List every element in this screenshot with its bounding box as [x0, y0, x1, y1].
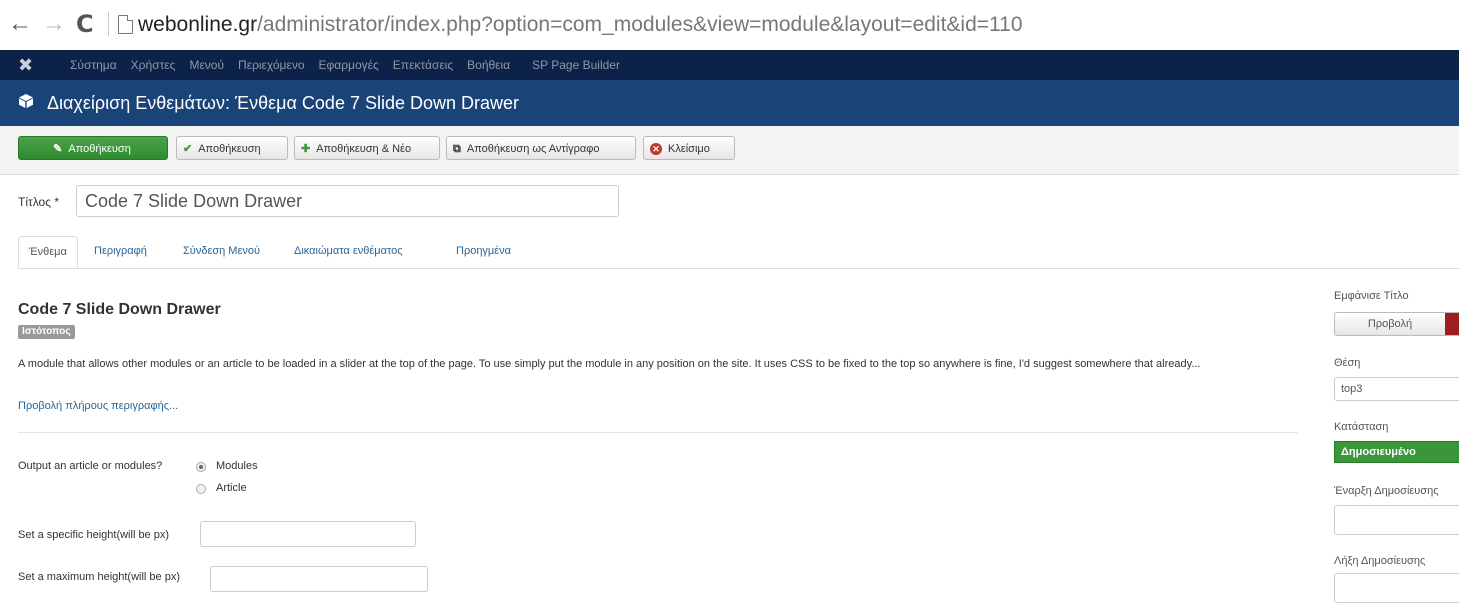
page-title: Διαχείριση Ενθεμάτων: Ένθεμα Code 7 Slid… [47, 93, 520, 113]
browser-address-bar: ← → C webonline.gr/administrator/index.p… [0, 0, 1459, 50]
menu-item-content[interactable]: Περιεχόμενο [231, 50, 311, 80]
separator [108, 12, 109, 36]
url-field[interactable]: webonline.gr/administrator/index.php?opt… [138, 12, 1023, 38]
menu-item-sp-page-builder[interactable]: SP Page Builder [525, 50, 627, 80]
publish-up-label: Έναρξη Δημοσίευσης [1334, 485, 1439, 497]
menu-item-extensions[interactable]: Επεκτάσεις [386, 50, 460, 80]
save-new-label: Αποθήκευση & Νέο [316, 143, 412, 155]
title-label: Τίτλος * [18, 195, 60, 209]
check-icon: ✔ [183, 143, 193, 155]
save-button[interactable]: ✎ Αποθήκευση [18, 136, 168, 160]
max-height-input[interactable] [210, 566, 428, 592]
tab-menu-assignment[interactable]: Σύνδεση Μενού [173, 236, 270, 268]
forward-arrow-icon[interactable]: → [42, 10, 66, 38]
save-copy-label: Αποθήκευση ως Αντίγραφο [466, 143, 600, 155]
menu-item-components[interactable]: Εφαρμογές [312, 50, 386, 80]
reload-icon[interactable]: C [76, 10, 94, 38]
apply-label: Αποθήκευση [198, 143, 261, 155]
height-input[interactable] [200, 521, 416, 547]
max-height-label: Set a maximum height(will be px) [18, 571, 181, 583]
tab-description[interactable]: Περιγραφή [84, 236, 157, 268]
page-header: Διαχείριση Ενθεμάτων: Ένθεμα Code 7 Slid… [0, 80, 1459, 126]
show-title-label: Εμφάνισε Τίτλο [1334, 290, 1409, 302]
toolbar: ✎ Αποθήκευση ✔ Αποθήκευση ✚ Αποθήκευση & Νέ… [0, 126, 1459, 175]
joomla-logo-icon[interactable]: ✖ [18, 55, 33, 75]
status-label: Κατάσταση [1334, 421, 1389, 433]
show-title-value: Προβολή [1367, 318, 1413, 330]
menu-item-system[interactable]: Σύστημα [63, 50, 124, 80]
edit-icon: ✎ [53, 143, 63, 155]
menu-item-help[interactable]: Βοήθεια [460, 50, 517, 80]
hide-title-option[interactable] [1445, 313, 1459, 335]
cube-icon [19, 94, 33, 108]
menu-items: Σύστημα Χρήστες Μενού Περιεχόμενο Εφαρμο… [63, 50, 627, 80]
status-select[interactable]: Δημοσιευμένο [1334, 441, 1459, 463]
radio-article-label: Article [216, 482, 247, 494]
apply-button[interactable]: ✔ Αποθήκευση [176, 136, 288, 160]
back-arrow-icon[interactable]: ← [8, 10, 32, 38]
menu-item-menus[interactable]: Μενού [182, 50, 231, 80]
tab-permissions[interactable]: Δικαιώματα ενθέματος [284, 236, 413, 268]
radio-modules-label: Modules [216, 460, 258, 472]
radio-modules[interactable] [196, 462, 206, 472]
copy-icon: ⧉ [453, 143, 461, 155]
url-path: /administrator/index.php?option=com_modu… [257, 13, 1023, 36]
publish-up-input[interactable] [1334, 505, 1459, 535]
output-label: Output an article or modules? [18, 460, 163, 472]
height-label: Set a specific height(will be px) [18, 529, 170, 541]
close-button[interactable]: ✕ Κλείσιμο [643, 136, 735, 160]
module-name: Code 7 Slide Down Drawer [18, 301, 221, 318]
tab-bar: Ένθεμα Περιγραφή Σύνδεση Μενού Δικαιώματ… [18, 236, 1459, 269]
show-title-toggle[interactable]: Προβολή [1334, 312, 1459, 336]
site-badge: Ιστότοπος [18, 325, 75, 339]
plus-icon: ✚ [301, 143, 311, 155]
position-label: Θέση [1334, 357, 1361, 369]
title-input[interactable]: Code 7 Slide Down Drawer [76, 185, 619, 217]
admin-top-menu: ✖ Σύστημα Χρήστες Μενού Περιεχόμενο Εφαρ… [0, 50, 1459, 80]
menu-item-users[interactable]: Χρήστες [124, 50, 183, 80]
divider [18, 432, 1298, 433]
cancel-icon: ✕ [650, 143, 662, 155]
module-description: A module that allows other modules or an… [18, 358, 1201, 370]
url-host: webonline.gr [138, 13, 258, 36]
full-description-link[interactable]: Προβολή πλήρους περιγραφής... [18, 400, 178, 412]
position-select[interactable]: top3 [1334, 377, 1459, 401]
tab-module[interactable]: Ένθεμα [18, 236, 78, 268]
save-label: Αποθήκευση [68, 143, 131, 155]
tab-advanced[interactable]: Προηγμένα [446, 236, 521, 268]
save-copy-button[interactable]: ⧉ Αποθήκευση ως Αντίγραφο [446, 136, 636, 160]
save-new-button[interactable]: ✚ Αποθήκευση & Νέο [294, 136, 440, 160]
close-label: Κλείσιμο [668, 143, 710, 155]
radio-article[interactable] [196, 484, 206, 494]
publish-down-label: Λήξη Δημοσίευσης [1334, 555, 1426, 567]
page-icon [118, 15, 133, 34]
publish-down-input[interactable] [1334, 573, 1459, 603]
